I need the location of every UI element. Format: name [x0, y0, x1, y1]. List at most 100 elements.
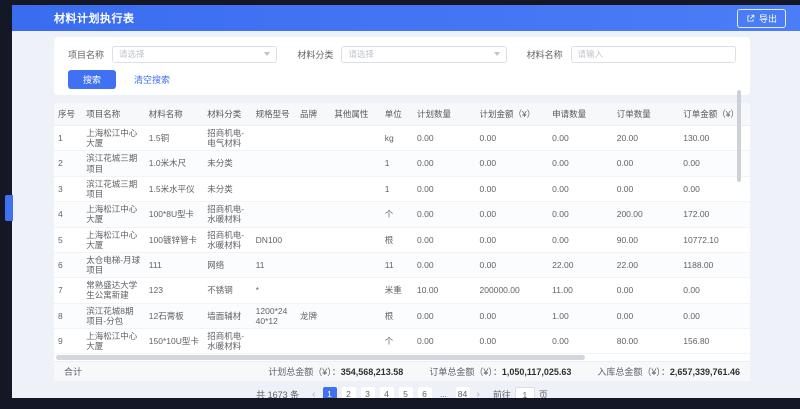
horizontal-scrollbar-thumb[interactable]: [56, 355, 585, 360]
table-cell: 5: [54, 227, 82, 252]
table-cell: [252, 202, 296, 227]
table-cell: 0.00: [413, 252, 476, 277]
goto-page: 前往 页: [493, 387, 548, 398]
table-cell: 1: [381, 151, 413, 176]
table-cell: 墙面辅材: [203, 303, 251, 328]
table-cell: [296, 329, 330, 354]
page-button-5[interactable]: 5: [399, 387, 413, 398]
chevron-down-icon: [264, 52, 270, 56]
filter-field-label: 项目名称: [68, 48, 104, 61]
page-button-4[interactable]: 4: [380, 387, 394, 398]
table-cell: 0.00: [413, 329, 476, 354]
filter-field-label: 材料分类: [297, 48, 333, 61]
filter-select[interactable]: 请选择: [341, 46, 506, 63]
search-button[interactable]: 搜索: [68, 70, 116, 89]
table-cell: 1188.00: [679, 252, 750, 277]
page-button-84[interactable]: 84: [456, 387, 470, 398]
table-cell: 0.00: [548, 176, 613, 201]
table-cell: 200.00: [613, 202, 680, 227]
goto-page-input[interactable]: [515, 387, 535, 398]
table-row: 5上海松江中心大厦100镀锌管卡招商机电-水暖材料DN100根0.000.000…: [54, 227, 750, 252]
export-button[interactable]: 导出: [737, 9, 786, 28]
filter-field-1: 项目名称请选择: [68, 46, 277, 63]
table-cell: 0.00: [476, 329, 549, 354]
prev-page-icon[interactable]: ‹: [310, 389, 317, 398]
table-cell: 个: [381, 202, 413, 227]
vertical-scrollbar-thumb[interactable]: [737, 90, 741, 182]
table-cell: [330, 126, 380, 151]
page-button-6[interactable]: 6: [418, 387, 432, 398]
table-cell: 0.00: [476, 176, 549, 201]
table-cell: 11.00: [548, 278, 613, 303]
table-card: 序号项目名称材料名称材料分类规格型号品牌其他属性单位计划数量计划金额（¥）申请数…: [54, 103, 750, 381]
filter-select[interactable]: 请选择: [112, 46, 277, 63]
table-cell: 2: [54, 151, 82, 176]
table-cell: [296, 278, 330, 303]
filter-field-3: 材料名称请输入: [527, 46, 736, 63]
column-header-11: 申请数量: [548, 103, 613, 126]
chevron-down-icon: [494, 52, 500, 56]
export-label: 导出: [759, 12, 777, 25]
clear-search-link[interactable]: 清空搜索: [134, 73, 170, 86]
column-header-10: 计划金额（¥）: [476, 103, 549, 126]
goto-prefix: 前往: [493, 388, 511, 398]
page-button-1[interactable]: 1: [323, 387, 337, 398]
pagination-total: 共 1673 条: [256, 388, 299, 398]
page-title: 材料计划执行表: [54, 10, 135, 26]
summary-item-value: 354,568,213.58: [341, 367, 404, 377]
summary-item-label: 订单总金额（¥）：: [429, 367, 502, 377]
table-cell: [330, 202, 380, 227]
table-cell: 0.00: [413, 303, 476, 328]
table-cell: 未分类: [203, 176, 251, 201]
table-cell: 根: [381, 227, 413, 252]
table-cell: 0.00: [548, 151, 613, 176]
table-cell: 上海松江中心大厦: [82, 202, 145, 227]
table-cell: 11: [381, 252, 413, 277]
table-cell: 10.00: [413, 278, 476, 303]
table-cell: 0.00: [548, 126, 613, 151]
table-cell: [330, 252, 380, 277]
table-cell: 0.00: [548, 329, 613, 354]
pagination: 共 1673 条 ‹ 123456...84 › 前往 页: [54, 381, 750, 398]
table-cell: [330, 329, 380, 354]
table-cell: 150*10U型卡: [145, 329, 204, 354]
table-cell: 招商机电-水暖材料: [203, 329, 251, 354]
column-header-12: 订单数量: [613, 103, 680, 126]
table-cell: 100镀锌管卡: [145, 227, 204, 252]
filter-text-input[interactable]: 请输入: [571, 46, 736, 63]
table-cell: 111: [145, 252, 204, 277]
table-cell: 0.00: [476, 126, 549, 151]
sidebar-collapse-handle[interactable]: [5, 195, 13, 221]
filter-row: 项目名称请选择材料分类请选择材料名称请输入: [68, 44, 736, 64]
table-cell: 滨江花城8期项目-分包: [82, 303, 145, 328]
table-cell: 0.00: [413, 202, 476, 227]
horizontal-scrollbar[interactable]: [54, 354, 750, 361]
page-button-3[interactable]: 3: [361, 387, 375, 398]
placeholder-text: 请选择: [348, 48, 489, 60]
table-cell: [330, 278, 380, 303]
table-cell: 156.80: [679, 329, 750, 354]
column-header-8: 单位: [381, 103, 413, 126]
table-cell: 0.00: [476, 202, 549, 227]
next-page-icon[interactable]: ›: [475, 389, 482, 398]
table-header-row: 序号项目名称材料名称材料分类规格型号品牌其他属性单位计划数量计划金额（¥）申请数…: [54, 103, 750, 126]
table-cell: 3: [54, 176, 82, 201]
summary-item-value: 2,657,339,761.46: [670, 367, 740, 377]
table-cell: [330, 227, 380, 252]
table-cell: 未分类: [203, 151, 251, 176]
page-button-2[interactable]: 2: [342, 387, 356, 398]
table-cell: 20.00: [613, 126, 680, 151]
table-cell: 9: [54, 329, 82, 354]
table-cell: [252, 151, 296, 176]
table-cell: 1: [54, 126, 82, 151]
table-cell: 6: [54, 252, 82, 277]
table-cell: 8: [54, 303, 82, 328]
table-cell: 网络: [203, 252, 251, 277]
column-header-2: 项目名称: [82, 103, 145, 126]
table-cell: 根: [381, 303, 413, 328]
table-cell: [330, 176, 380, 201]
app-window: 材料计划执行表 导出 项目名称请选择材料分类请选择材料名称请输入 搜索 清空搜索: [12, 5, 800, 398]
filter-card: 项目名称请选择材料分类请选择材料名称请输入 搜索 清空搜索: [54, 37, 750, 95]
table-cell: 滨江花城三期项目: [82, 176, 145, 201]
table-row: 7常熟盛达大学生公寓新建123不锈钢*米重10.00200000.0011.00…: [54, 278, 750, 303]
